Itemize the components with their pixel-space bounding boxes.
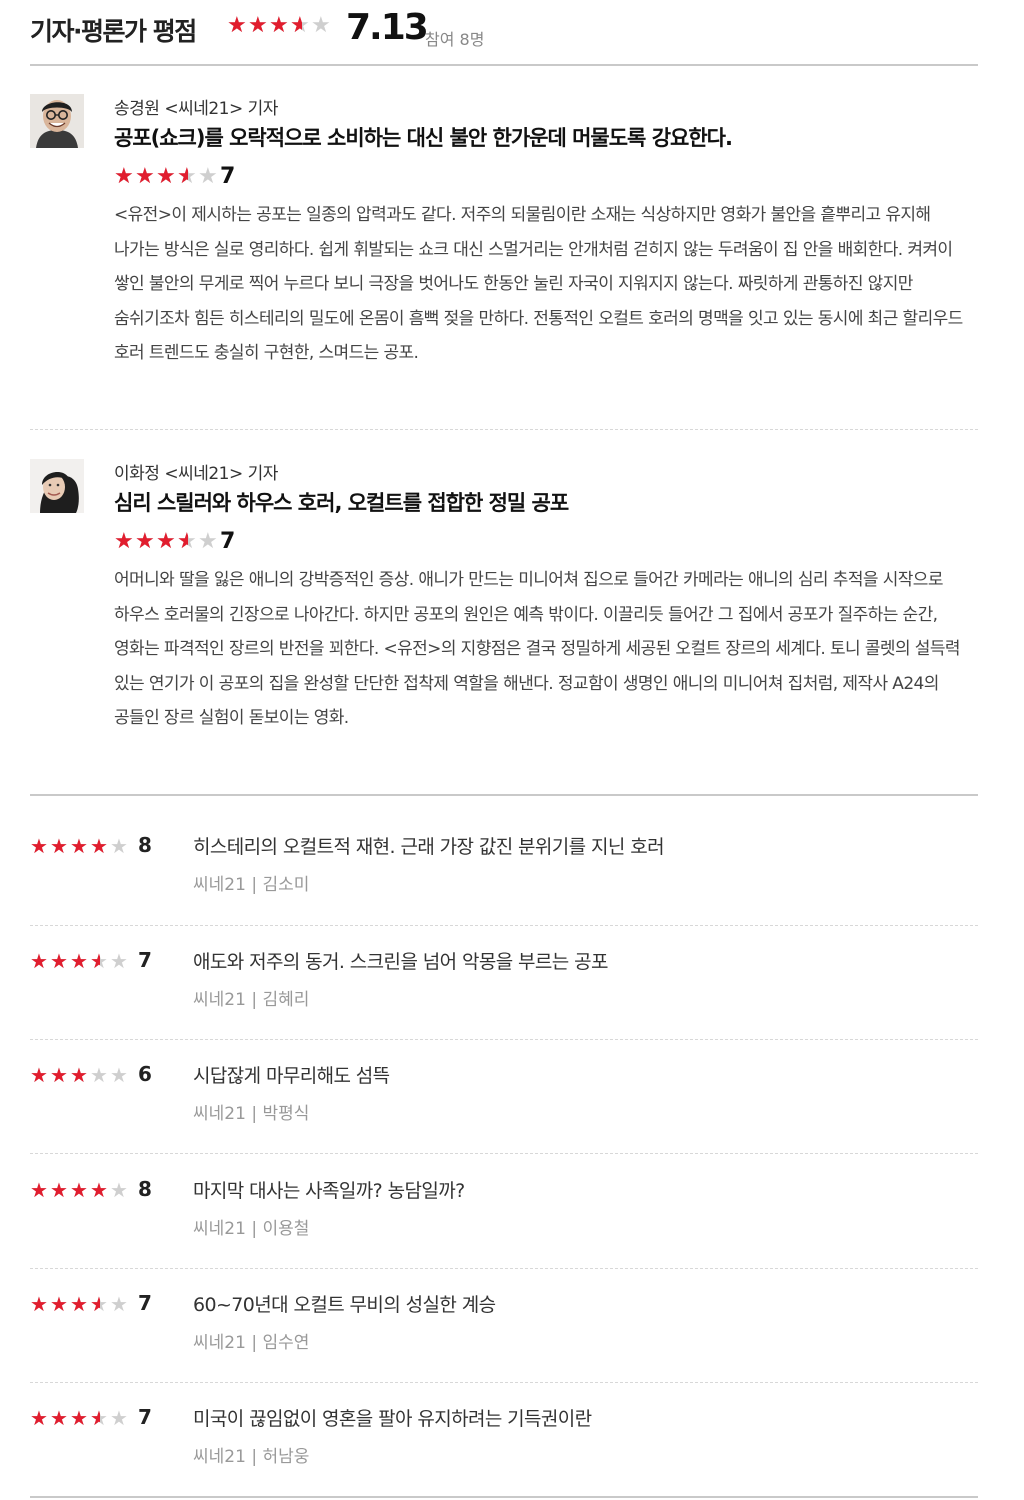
star-icon: ★ ★ bbox=[177, 529, 197, 554]
star-icon: ★ ★ bbox=[50, 1292, 68, 1316]
reviewer-photo-icon[interactable] bbox=[30, 459, 84, 513]
star-icon: ★ ★ bbox=[30, 1178, 48, 1202]
review-score: 7 bbox=[220, 529, 236, 554]
star-icon: ★ ★ bbox=[30, 1406, 48, 1430]
star-icon: ★ bbox=[110, 1406, 128, 1430]
star-icon: ★ ★ bbox=[70, 1292, 88, 1316]
star-icon: ★ ★ bbox=[290, 13, 310, 38]
divider bbox=[30, 925, 978, 926]
short-review-text: 시답잖게 마무리해도 섬뜩 bbox=[193, 1065, 390, 1087]
short-review-score: 8 bbox=[138, 833, 152, 857]
divider bbox=[30, 794, 978, 796]
divider bbox=[30, 429, 978, 430]
star-icon: ★ ★ bbox=[50, 1406, 68, 1430]
review-rating-stars: ★ ★ ★ ★ ★ ★ ★ ★ ★ bbox=[114, 531, 219, 553]
reviewer-name[interactable]: 이화정 <씨네21> 기자 bbox=[114, 459, 278, 484]
star-icon: ★ ★ bbox=[90, 834, 108, 858]
divider bbox=[30, 1382, 978, 1383]
short-review-author[interactable]: 씨네21 | 박평식 bbox=[193, 1099, 309, 1124]
divider bbox=[30, 1268, 978, 1269]
review-body: <유전>이 제시하는 공포는 일종의 압력과도 같다. 저주의 되물림이란 소재… bbox=[114, 205, 963, 363]
short-review-text: 60~70년대 오컬트 무비의 성실한 계승 bbox=[193, 1294, 496, 1316]
star-icon: ★ ★ bbox=[70, 1178, 88, 1202]
star-icon: ★ ★ bbox=[177, 164, 197, 189]
divider bbox=[30, 1039, 978, 1040]
short-review-text: 미국이 끊임없이 영혼을 팔아 유지하려는 기득권이란 bbox=[193, 1408, 592, 1430]
short-review-author[interactable]: 씨네21 | 김혜리 bbox=[193, 985, 309, 1010]
star-icon: ★ ★ bbox=[90, 1178, 108, 1202]
short-review-score: 8 bbox=[138, 1177, 152, 1201]
star-icon: ★ ★ bbox=[156, 529, 176, 554]
short-review: ★ ★ ★ ★ ★ ★ ★ ★ ★ 7 미국이 끊임없이 영혼을 팔아 유지하려는 기득권이란 … bbox=[30, 1400, 978, 1500]
divider bbox=[30, 1153, 978, 1154]
star-icon: ★ ★ bbox=[70, 1063, 88, 1087]
review-score: 7 bbox=[220, 164, 236, 189]
star-icon: ★ bbox=[110, 949, 128, 973]
star-icon: ★ ★ bbox=[30, 834, 48, 858]
star-icon: ★ bbox=[110, 834, 128, 858]
star-icon: ★ ★ bbox=[156, 164, 176, 189]
critic-ratings-header: 기자·평론가 평점 ★ ★ ★ ★ ★ ★ ★ ★ ★ 7.13 참여 8명 bbox=[30, 0, 978, 66]
short-review-score: 6 bbox=[138, 1062, 152, 1086]
short-review-author[interactable]: 씨네21 | 김소미 bbox=[193, 870, 309, 895]
short-review-stars: ★ ★ ★ ★ ★ ★ ★ ★ ★ bbox=[30, 836, 130, 856]
star-icon: ★ ★ bbox=[70, 834, 88, 858]
short-review-stars: ★ ★ ★ ★ ★ ★ ★ ★ ★ bbox=[30, 1294, 130, 1314]
reviewer-name[interactable]: 송경원 <씨네21> 기자 bbox=[114, 94, 278, 119]
star-icon: ★ ★ bbox=[50, 949, 68, 973]
participant-count: 참여 8명 bbox=[425, 30, 485, 49]
short-review-stars: ★ ★ ★ ★ ★ ★ ★ ★ ★ bbox=[30, 1180, 130, 1200]
star-icon: ★ ★ bbox=[30, 949, 48, 973]
short-review-stars: ★ ★ ★ ★ ★ ★ ★ ★ ★ bbox=[30, 1408, 130, 1428]
short-review-stars: ★ ★ ★ ★ ★ ★ ★ ★ ★ bbox=[30, 951, 130, 971]
short-review-author[interactable]: 씨네21 | 임수연 bbox=[193, 1328, 309, 1353]
star-icon: ★ bbox=[110, 1292, 128, 1316]
star-icon: ★ bbox=[90, 1063, 108, 1087]
star-icon: ★ ★ bbox=[90, 1292, 108, 1316]
star-icon: ★ ★ bbox=[50, 834, 68, 858]
short-review-text: 애도와 저주의 동거. 스크린을 넘어 악몽을 부르는 공포 bbox=[193, 951, 608, 973]
star-icon: ★ ★ bbox=[50, 1063, 68, 1087]
short-review-author[interactable]: 씨네21 | 허남웅 bbox=[193, 1442, 309, 1467]
short-review-text: 히스테리의 오컬트적 재현. 근래 가장 값진 분위기를 지닌 호러 bbox=[193, 836, 665, 858]
star-icon: ★ ★ bbox=[227, 13, 247, 38]
critic-review: 송경원 <씨네21> 기자 공포(쇼크)를 오락적으로 소비하는 대신 불안 한… bbox=[30, 94, 978, 414]
short-review-text: 마지막 대사는 사족일까? 농담일까? bbox=[193, 1180, 465, 1202]
divider bbox=[30, 1496, 978, 1498]
critic-review: 이화정 <씨네21> 기자 심리 스릴러와 하우스 호러, 오컬트를 접합한 정… bbox=[30, 459, 978, 779]
review-body: 어머니와 딸을 잃은 애니의 강박증적인 증상. 애니가 만드는 미니어쳐 집으… bbox=[114, 570, 961, 728]
review-headline: 공포(쇼크)를 오락적으로 소비하는 대신 불안 한가운데 머물도록 강요한다. bbox=[114, 126, 733, 150]
star-icon: ★ bbox=[311, 13, 331, 38]
star-icon: ★ bbox=[198, 164, 218, 189]
star-icon: ★ ★ bbox=[50, 1178, 68, 1202]
star-icon: ★ ★ bbox=[70, 1406, 88, 1430]
average-score: 7.13 bbox=[346, 7, 429, 48]
star-icon: ★ ★ bbox=[70, 949, 88, 973]
star-icon: ★ bbox=[198, 529, 218, 554]
reviewer-photo-icon[interactable] bbox=[30, 94, 84, 148]
average-rating-stars: ★ ★ ★ ★ ★ ★ ★ ★ ★ bbox=[227, 15, 332, 37]
star-icon: ★ ★ bbox=[135, 529, 155, 554]
star-icon: ★ ★ bbox=[90, 949, 108, 973]
review-headline: 심리 스릴러와 하우스 호러, 오컬트를 접합한 정밀 공포 bbox=[114, 491, 569, 515]
star-icon: ★ ★ bbox=[135, 164, 155, 189]
star-icon: ★ ★ bbox=[248, 13, 268, 38]
short-review-author[interactable]: 씨네21 | 이용철 bbox=[193, 1214, 309, 1239]
short-review-score: 7 bbox=[138, 948, 152, 972]
section-title: 기자·평론가 평점 bbox=[30, 17, 197, 46]
review-rating-stars: ★ ★ ★ ★ ★ ★ ★ ★ ★ bbox=[114, 166, 219, 188]
star-icon: ★ ★ bbox=[90, 1406, 108, 1430]
star-icon: ★ ★ bbox=[114, 529, 134, 554]
star-icon: ★ ★ bbox=[30, 1063, 48, 1087]
star-icon: ★ ★ bbox=[114, 164, 134, 189]
star-icon: ★ bbox=[110, 1063, 128, 1087]
short-review-stars: ★ ★ ★ ★ ★ ★ ★ ★ bbox=[30, 1065, 130, 1085]
short-review-score: 7 bbox=[138, 1405, 152, 1429]
star-icon: ★ ★ bbox=[269, 13, 289, 38]
star-icon: ★ bbox=[110, 1178, 128, 1202]
short-review-score: 7 bbox=[138, 1291, 152, 1315]
star-icon: ★ ★ bbox=[30, 1292, 48, 1316]
